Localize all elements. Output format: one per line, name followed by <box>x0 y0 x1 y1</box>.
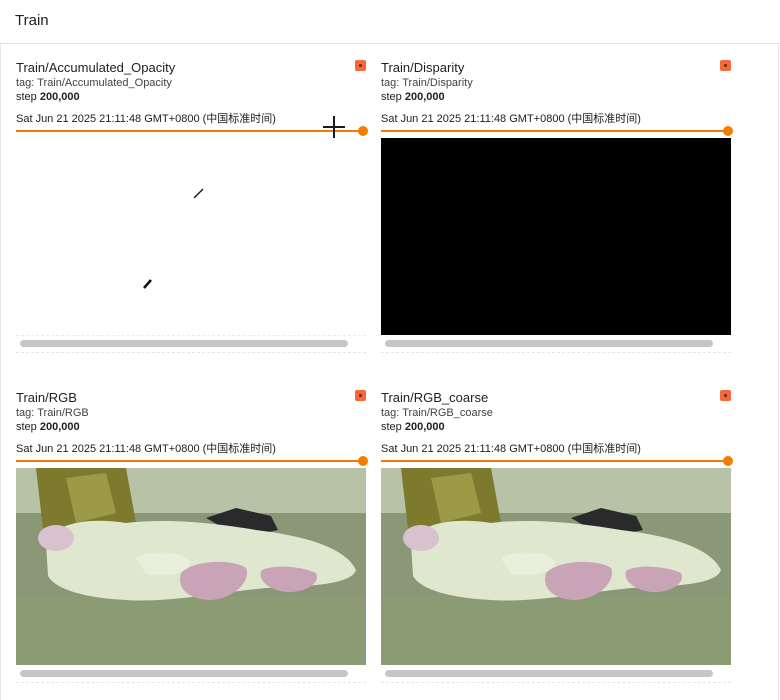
card-title: Train/Disparity <box>381 60 465 75</box>
card-step: step 200,000 <box>381 421 445 433</box>
image-card-grid: Train/Accumulated_Opacity tag: Train/Acc… <box>0 44 779 700</box>
step-slider-thumb[interactable] <box>723 126 733 136</box>
card-tag: tag: Train/RGB_coarse <box>381 407 493 419</box>
pin-icon[interactable] <box>355 390 366 401</box>
step-slider-thumb[interactable] <box>358 456 368 466</box>
card-step: step 200,000 <box>16 421 80 433</box>
card-timestamp: Sat Jun 21 2025 21:11:48 GMT+0800 (中国标准时… <box>16 113 276 125</box>
pin-icon[interactable] <box>720 60 731 71</box>
horizontal-scrollbar[interactable] <box>20 340 348 347</box>
card-title: Train/Accumulated_Opacity <box>16 60 176 75</box>
card-step: step 200,000 <box>16 91 80 103</box>
card-divider <box>16 682 366 683</box>
image-card: Train/Accumulated_Opacity tag: Train/Acc… <box>16 60 368 370</box>
card-timestamp: Sat Jun 21 2025 21:11:48 GMT+0800 (中国标准时… <box>16 443 276 455</box>
step-slider-thumb[interactable] <box>723 456 733 466</box>
horizontal-scrollbar[interactable] <box>20 670 348 677</box>
card-image <box>16 138 366 335</box>
card-divider <box>381 682 731 683</box>
rgb-photo-svg <box>16 468 366 665</box>
step-slider-track[interactable] <box>16 460 363 462</box>
card-title: Train/RGB <box>16 390 77 405</box>
section-title: Train <box>15 12 49 29</box>
horizontal-scrollbar[interactable] <box>385 670 713 677</box>
card-title: Train/RGB_coarse <box>381 390 489 405</box>
card-image <box>381 468 731 665</box>
step-slider-thumb[interactable] <box>358 126 368 136</box>
image-card: Train/RGB_coarse tag: Train/RGB_coarse s… <box>381 390 733 700</box>
card-step: step 200,000 <box>381 91 445 103</box>
opacity-image-svg <box>143 188 204 289</box>
card-image <box>16 468 366 665</box>
image-card: Train/Disparity tag: Train/Disparity ste… <box>381 60 733 370</box>
card-divider <box>381 352 731 353</box>
image-card: Train/RGB tag: Train/RGB step 200,000 Sa… <box>16 390 368 700</box>
card-timestamp: Sat Jun 21 2025 21:11:48 GMT+0800 (中国标准时… <box>381 443 641 455</box>
card-timestamp: Sat Jun 21 2025 21:11:48 GMT+0800 (中国标准时… <box>381 113 641 125</box>
card-tag: tag: Train/Disparity <box>381 77 473 89</box>
pin-icon[interactable] <box>720 390 731 401</box>
section-header: Train <box>0 0 780 44</box>
image-bottom-divider <box>16 335 366 336</box>
card-tag: tag: Train/Accumulated_Opacity <box>16 77 172 89</box>
step-slider-track[interactable] <box>381 460 728 462</box>
horizontal-scrollbar[interactable] <box>385 340 713 347</box>
rgb-coarse-photo-svg <box>381 468 731 665</box>
step-slider-track[interactable] <box>381 130 728 132</box>
pin-icon[interactable] <box>355 60 366 71</box>
card-tag: tag: Train/RGB <box>16 407 89 419</box>
card-divider <box>16 352 366 353</box>
step-slider-track[interactable] <box>16 130 363 132</box>
card-image <box>381 138 731 335</box>
crosshair-cursor-icon <box>323 116 345 138</box>
